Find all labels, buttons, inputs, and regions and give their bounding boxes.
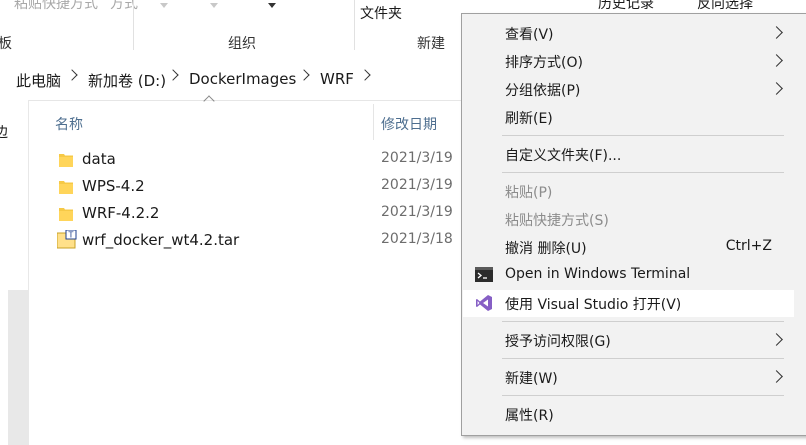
file-name: WPS-4.2: [82, 177, 145, 195]
new-folder-button[interactable]: 文件夹: [360, 3, 402, 23]
file-name: wrf_docker_wt4.2.tar: [82, 231, 240, 249]
move-to-dropdown-icon[interactable]: [160, 3, 168, 8]
paste-shortcut-button[interactable]: 粘贴快捷方式: [14, 0, 98, 13]
menu-item-sort-by[interactable]: 排序方式(O): [463, 48, 794, 75]
ribbon-divider: [354, 0, 355, 50]
menu-item-label: 粘贴(P): [505, 185, 553, 201]
breadcrumb-drive-d[interactable]: 新加卷 (D:): [88, 70, 166, 91]
breadcrumb-chevron-icon[interactable]: [298, 69, 310, 81]
chevron-right-icon: [770, 54, 783, 67]
column-divider[interactable]: [373, 104, 374, 140]
file-modified-date: 2021/3/18: [381, 231, 453, 247]
breadcrumb-wrf[interactable]: WRF: [320, 70, 354, 88]
menu-item-label: 刷新(E): [505, 111, 553, 127]
menu-item-paste[interactable]: 粘贴(P): [463, 178, 794, 205]
menu-item-label: 查看(V): [505, 27, 554, 43]
navigation-pane[interactable]: 边: [0, 100, 29, 445]
clipboard-group-label: 板: [0, 36, 12, 52]
menu-item-label: 分组依据(P): [505, 83, 581, 99]
menu-item-give-access[interactable]: 授予访问权限(G): [463, 327, 794, 354]
menu-separator: [502, 321, 784, 322]
invert-selection-button[interactable]: 反向选择: [697, 0, 753, 13]
terminal-icon: [475, 267, 493, 282]
chevron-right-icon: [770, 82, 783, 95]
file-name: WRF-4.2.2: [82, 204, 160, 222]
menu-item-open-with-visual-studio[interactable]: 使用 Visual Studio 打开(V): [463, 290, 794, 317]
menu-item-group-by[interactable]: 分组依据(P): [463, 76, 794, 103]
menu-separator: [502, 395, 784, 396]
folder-icon: [59, 154, 73, 167]
menu-item-open-in-terminal[interactable]: Open in Windows Terminal: [463, 262, 794, 289]
chevron-right-icon: [770, 370, 783, 383]
tar-file-icon: T: [57, 230, 77, 249]
breadcrumb-chevron-icon[interactable]: [167, 69, 179, 81]
nav-partial-label: 边: [0, 125, 8, 141]
menu-item-label: 授予访问权限(G): [505, 334, 611, 350]
ribbon-divider: [133, 0, 134, 50]
context-menu: 查看(V) 排序方式(O) 分组依据(P) 刷新(E) 自定义文件夹(F)...…: [461, 13, 806, 436]
file-name: data: [82, 150, 116, 168]
menu-item-label: 粘贴快捷方式(S): [505, 213, 609, 229]
file-modified-date: 2021/3/19: [381, 177, 453, 193]
column-header: 名称 修改日期: [40, 95, 506, 142]
column-modified-header[interactable]: 修改日期: [381, 114, 437, 134]
menu-item-new[interactable]: 新建(W): [463, 364, 794, 391]
visual-studio-icon: [476, 295, 492, 311]
menu-item-refresh[interactable]: 刷新(E): [463, 104, 794, 131]
menu-item-paste-shortcut[interactable]: 粘贴快捷方式(S): [463, 206, 794, 233]
menu-item-label: 排序方式(O): [505, 55, 583, 71]
history-button[interactable]: 历史记录: [598, 0, 654, 13]
menu-item-label: 撤消 删除(U): [505, 241, 587, 257]
breadcrumb-dockerimages[interactable]: DockerImages: [189, 70, 296, 88]
menu-separator: [502, 172, 784, 173]
menu-separator: [502, 135, 784, 136]
menu-item-label: 属性(R): [505, 408, 554, 424]
list-item[interactable]: WPS-4.2 2021/3/19: [40, 173, 470, 200]
breadcrumb-this-pc[interactable]: 此电脑: [16, 70, 61, 91]
list-item[interactable]: WRF-4.2.2 2021/3/19: [40, 200, 470, 227]
menu-item-properties[interactable]: 属性(R): [463, 401, 794, 428]
menu-item-shortcut: Ctrl+Z: [725, 238, 772, 254]
file-modified-date: 2021/3/19: [381, 150, 453, 166]
list-item[interactable]: T wrf_docker_wt4.2.tar 2021/3/18: [40, 227, 470, 254]
nav-scrollbar[interactable]: [8, 290, 28, 445]
menu-item-label: Open in Windows Terminal: [505, 266, 691, 282]
menu-item-label: 使用 Visual Studio 打开(V): [505, 297, 682, 313]
folder-icon: [59, 181, 73, 194]
menu-item-label: 自定义文件夹(F)...: [505, 148, 622, 164]
menu-item-label: 新建(W): [505, 371, 558, 387]
menu-item-undo-delete[interactable]: 撤消 删除(U) Ctrl+Z: [463, 234, 794, 261]
organize-group-label: 组织: [228, 36, 256, 52]
menu-separator: [502, 358, 784, 359]
menu-item-customize-folder[interactable]: 自定义文件夹(F)...: [463, 141, 794, 168]
column-name-header[interactable]: 名称: [55, 114, 83, 134]
menu-item-view[interactable]: 查看(V): [463, 20, 794, 47]
chevron-right-icon: [770, 333, 783, 346]
chevron-right-icon: [770, 26, 783, 39]
folder-icon: [59, 208, 73, 221]
rename-dropdown-icon[interactable]: [268, 3, 276, 8]
copy-to-dropdown-icon[interactable]: [210, 3, 218, 8]
breadcrumb-chevron-icon[interactable]: [66, 69, 78, 81]
svg-text:T: T: [68, 231, 74, 240]
breadcrumb-chevron-icon[interactable]: [359, 69, 371, 81]
list-item[interactable]: data 2021/3/19: [40, 146, 470, 173]
new-group-label: 新建: [417, 36, 445, 52]
file-modified-date: 2021/3/19: [381, 204, 453, 220]
